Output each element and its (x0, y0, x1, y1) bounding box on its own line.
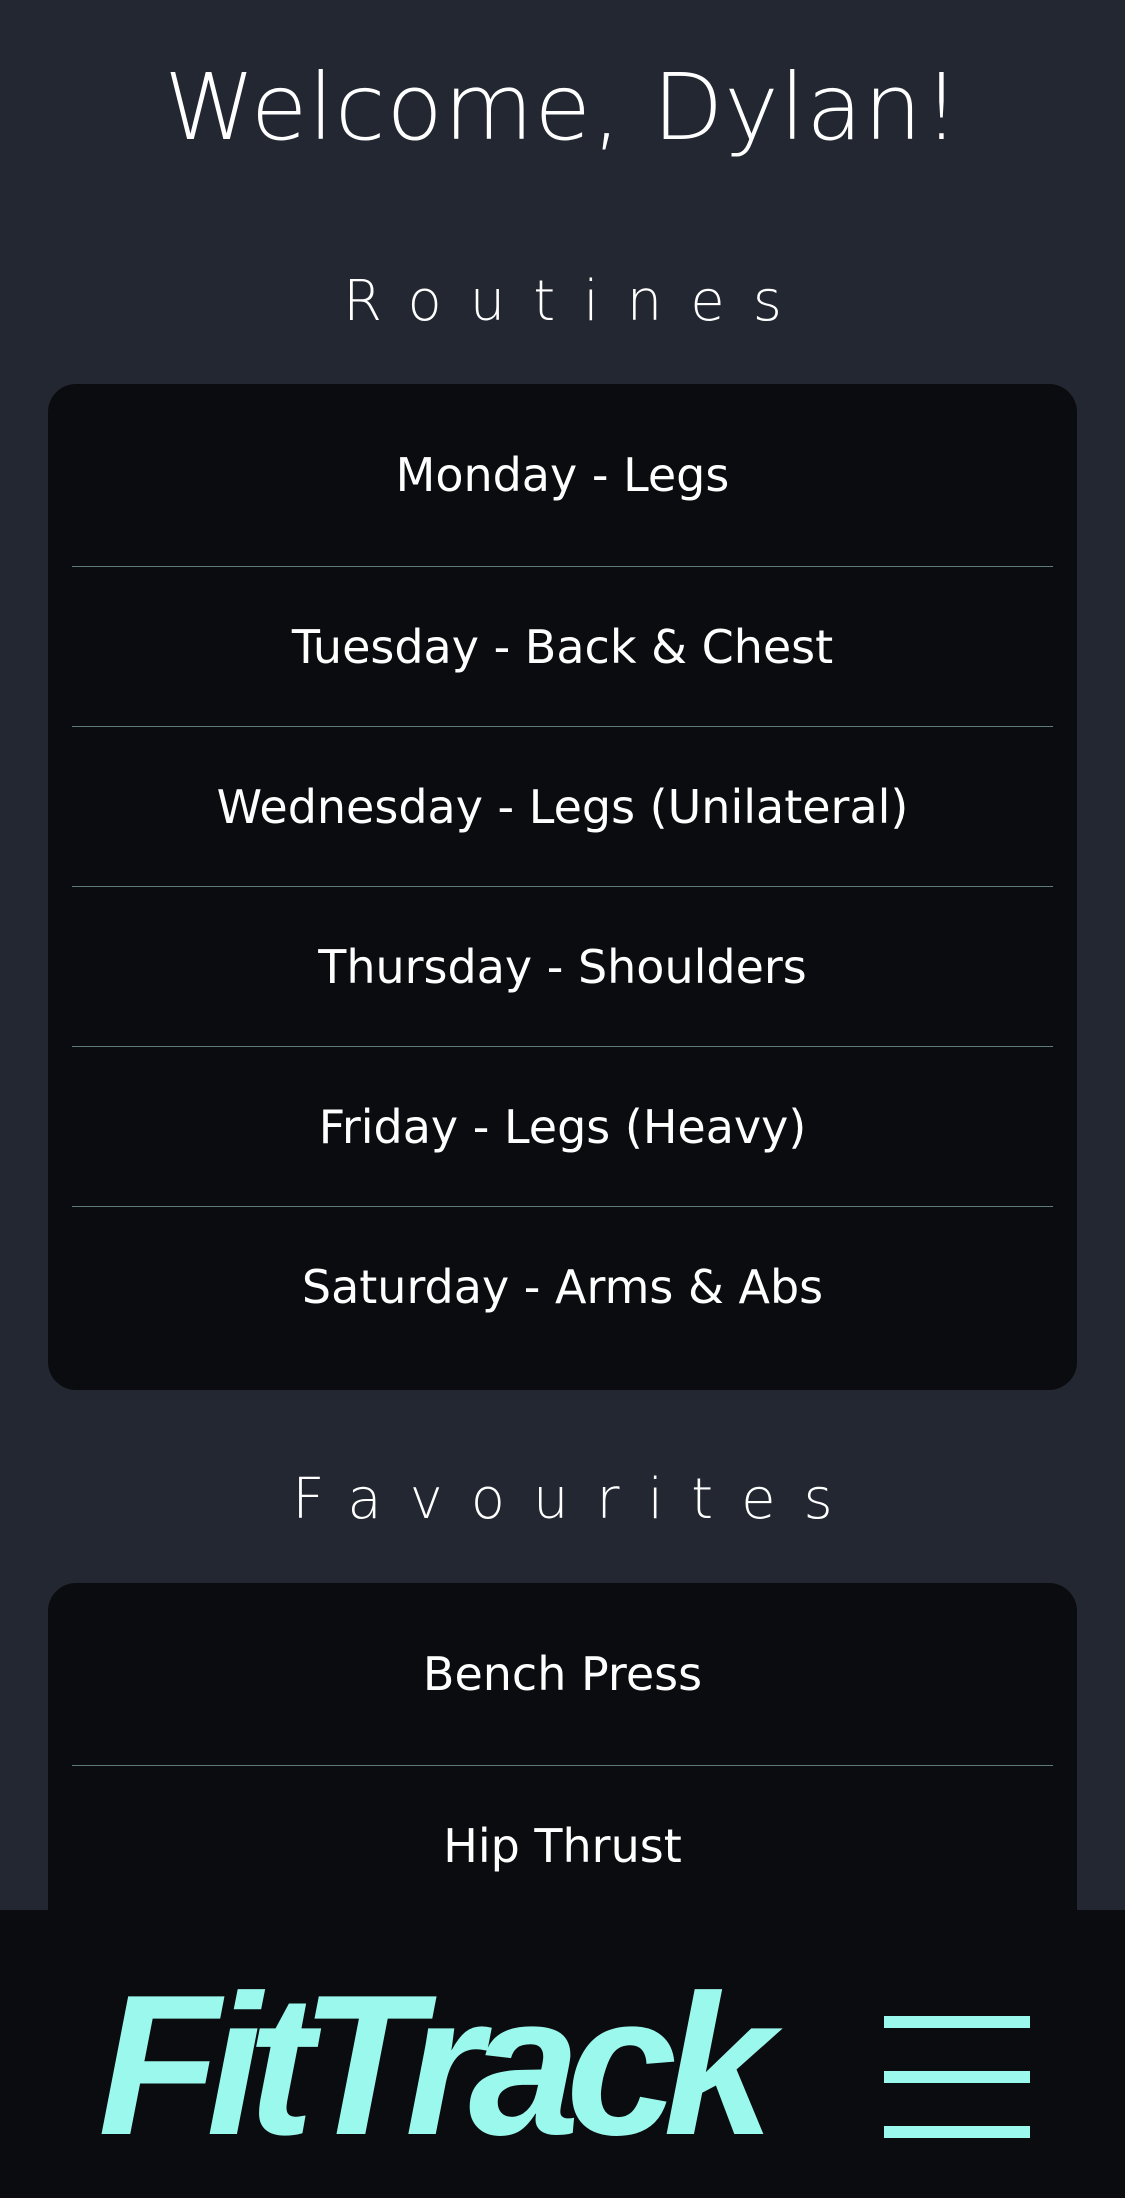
favourites-heading: Favourites (292, 1467, 861, 1532)
routine-item-friday[interactable]: Friday - Legs (Heavy) (72, 1047, 1053, 1207)
bottom-bar: FitTrack (0, 1910, 1125, 2198)
fittrack-logo: FitTrack (98, 1954, 774, 2177)
routine-item-saturday[interactable]: Saturday - Arms & Abs (72, 1207, 1053, 1367)
routine-item-wednesday[interactable]: Wednesday - Legs (Unilateral) (72, 727, 1053, 887)
menu-line-bottom (884, 2126, 1030, 2138)
routine-item-monday[interactable]: Monday - Legs (72, 384, 1053, 567)
routines-heading: Routines (343, 269, 810, 334)
routines-list: Monday - Legs Tuesday - Back & Chest Wed… (48, 384, 1077, 1390)
welcome-heading: Welcome, Dylan! (164, 54, 961, 161)
menu-line-top (884, 2016, 1030, 2028)
routine-item-thursday[interactable]: Thursday - Shoulders (72, 887, 1053, 1047)
favourite-item-bench-press[interactable]: Bench Press (72, 1583, 1053, 1766)
home-screen: Welcome, Dylan! Routines Monday - Legs T… (0, 0, 1125, 2198)
hamburger-menu-icon[interactable] (884, 2016, 1030, 2138)
routine-item-tuesday[interactable]: Tuesday - Back & Chest (72, 567, 1053, 727)
menu-line-middle (884, 2071, 1030, 2083)
favourite-item-hip-thrust[interactable]: Hip Thrust (72, 1766, 1053, 1926)
